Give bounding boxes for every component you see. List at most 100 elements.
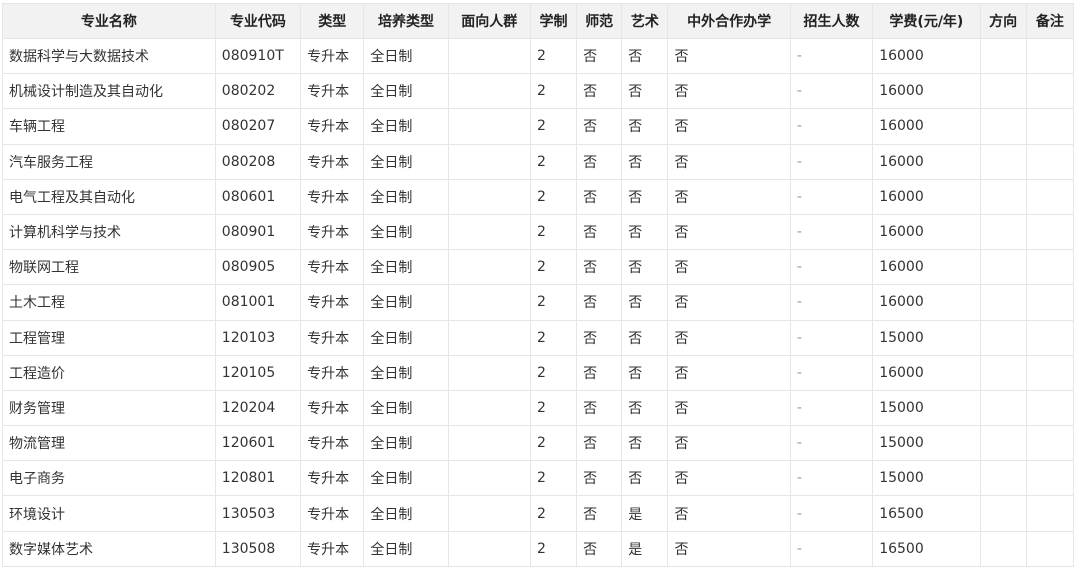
cell-col-direction [979, 284, 1027, 321]
cell-col-duration: 2 [529, 37, 578, 75]
cell-col-study-mode: 全日制 [363, 108, 449, 145]
cell-col-target-group [447, 37, 531, 75]
cell-col-tuition: 16000 [872, 249, 981, 286]
cell-col-type: 专升本 [300, 143, 365, 180]
cell-col-duration: 2 [529, 143, 578, 180]
cell-col-remarks [1025, 389, 1075, 427]
cell-col-target-group [447, 389, 531, 427]
cell-col-duration: 2 [529, 213, 578, 251]
cell-col-enrollment: - [789, 460, 874, 497]
cell-col-major-code: 080202 [214, 73, 302, 110]
cell-col-study-mode: 全日制 [363, 354, 449, 391]
cell-col-enrollment: - [789, 389, 874, 427]
cell-col-study-mode: 全日制 [363, 495, 449, 532]
header-col-normal: 师范 [576, 3, 623, 39]
cell-col-remarks [1025, 495, 1075, 532]
cell-col-type: 专升本 [300, 108, 365, 145]
cell-col-art: 否 [621, 178, 669, 215]
table-row: 环境设计 130503 专升本 全日制 2 否是否 -16500 [2, 495, 1075, 532]
cell-col-enrollment: - [789, 495, 874, 532]
cell-col-normal: 否 [576, 143, 623, 180]
cell-col-art: 否 [621, 73, 669, 110]
table-row: 电子商务 120801 专升本 全日制 2 否否否 -15000 [2, 460, 1075, 497]
cell-col-enrollment: - [789, 425, 874, 462]
cell-col-type: 专升本 [300, 389, 365, 427]
cell-col-normal: 否 [576, 460, 623, 497]
cell-col-sino-foreign: 否 [667, 143, 791, 180]
table-row: 机械设计制造及其自动化 080202 专升本 全日制 2 否否否 -16000 [2, 73, 1075, 110]
cell-col-art: 否 [621, 143, 669, 180]
cell-col-tuition: 15000 [872, 319, 981, 356]
cell-col-sino-foreign: 否 [667, 73, 791, 110]
cell-col-major-code: 080905 [214, 249, 302, 286]
cell-col-study-mode: 全日制 [363, 425, 449, 462]
cell-col-tuition: 16000 [872, 354, 981, 391]
cell-col-art: 否 [621, 425, 669, 462]
cell-col-duration: 2 [529, 178, 578, 215]
cell-col-duration: 2 [529, 249, 578, 286]
header-col-type: 类型 [300, 3, 365, 39]
cell-col-enrollment: - [789, 213, 874, 251]
cell-col-art: 否 [621, 319, 669, 356]
cell-col-type: 专升本 [300, 319, 365, 356]
cell-col-target-group [447, 143, 531, 180]
cell-col-tuition: 16500 [872, 530, 981, 567]
cell-col-enrollment: - [789, 178, 874, 215]
cell-col-enrollment: - [789, 284, 874, 321]
cell-col-major-name: 工程造价 [2, 354, 216, 391]
cell-col-direction [979, 495, 1027, 532]
cell-col-enrollment: - [789, 354, 874, 391]
cell-col-sino-foreign: 否 [667, 425, 791, 462]
cell-col-major-code: 080208 [214, 143, 302, 180]
cell-col-remarks [1025, 530, 1075, 567]
cell-col-study-mode: 全日制 [363, 389, 449, 427]
cell-col-study-mode: 全日制 [363, 530, 449, 567]
cell-col-art: 否 [621, 213, 669, 251]
cell-col-target-group [447, 73, 531, 110]
cell-col-direction [979, 108, 1027, 145]
cell-col-sino-foreign: 否 [667, 284, 791, 321]
cell-col-major-name: 工程管理 [2, 319, 216, 356]
cell-col-direction [979, 425, 1027, 462]
table-body: 数据科学与大数据技术 080910T 专升本 全日制 2 否否否 -16000 机械设计制造及… [2, 37, 1075, 567]
cell-col-type: 专升本 [300, 530, 365, 567]
header-col-tuition: 学费(元/年) [872, 3, 981, 39]
cell-col-tuition: 16000 [872, 284, 981, 321]
cell-col-type: 专升本 [300, 249, 365, 286]
cell-col-normal: 否 [576, 530, 623, 567]
cell-col-direction [979, 389, 1027, 427]
cell-col-study-mode: 全日制 [363, 284, 449, 321]
program-table: 专业名称 专业代码 类型 培养类型 面向人群 学制 师范 艺术 中外合作办学 招生人数 学费(元/年… [2, 3, 1075, 567]
table-row: 工程管理 120103 专升本 全日制 2 否否否 -15000 [2, 319, 1075, 356]
header-col-major-name: 专业名称 [2, 3, 216, 39]
cell-col-art: 否 [621, 108, 669, 145]
cell-col-normal: 否 [576, 178, 623, 215]
cell-col-major-code: 080901 [214, 213, 302, 251]
cell-col-enrollment: - [789, 73, 874, 110]
cell-col-duration: 2 [529, 460, 578, 497]
cell-col-sino-foreign: 否 [667, 389, 791, 427]
cell-col-duration: 2 [529, 73, 578, 110]
cell-col-art: 否 [621, 389, 669, 427]
cell-col-target-group [447, 284, 531, 321]
cell-col-normal: 否 [576, 389, 623, 427]
cell-col-duration: 2 [529, 425, 578, 462]
cell-col-sino-foreign: 否 [667, 178, 791, 215]
cell-col-enrollment: - [789, 249, 874, 286]
cell-col-art: 否 [621, 354, 669, 391]
cell-col-study-mode: 全日制 [363, 460, 449, 497]
cell-col-tuition: 16000 [872, 143, 981, 180]
cell-col-type: 专升本 [300, 73, 365, 110]
cell-col-enrollment: - [789, 530, 874, 567]
cell-col-tuition: 16000 [872, 37, 981, 75]
cell-col-type: 专升本 [300, 284, 365, 321]
cell-col-tuition: 16000 [872, 108, 981, 145]
header-col-study-mode: 培养类型 [363, 3, 449, 39]
cell-col-remarks [1025, 37, 1075, 75]
cell-col-direction [979, 249, 1027, 286]
cell-col-tuition: 15000 [872, 389, 981, 427]
cell-col-study-mode: 全日制 [363, 249, 449, 286]
cell-col-remarks [1025, 249, 1075, 286]
cell-col-tuition: 16000 [872, 213, 981, 251]
cell-col-type: 专升本 [300, 213, 365, 251]
